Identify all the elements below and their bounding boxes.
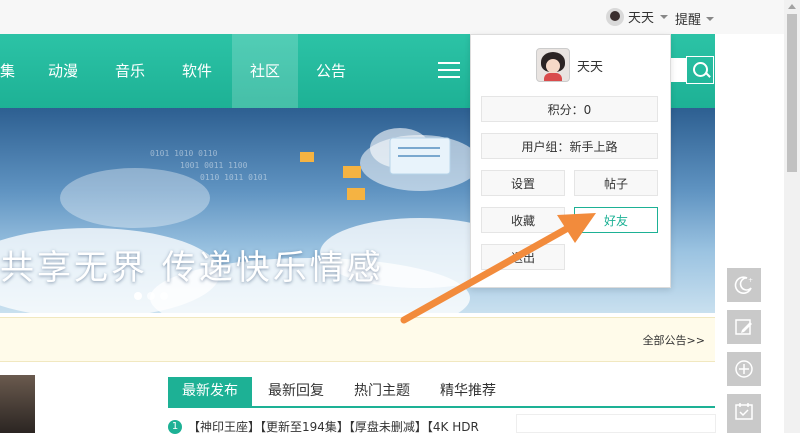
nav-item-partial[interactable]: 集 (0, 34, 15, 108)
scroll-thumb[interactable] (787, 14, 797, 172)
edit-icon[interactable] (727, 310, 761, 344)
topbar-username: 天天 (628, 11, 655, 26)
tab-latest-replies[interactable]: 最新回复 (254, 377, 338, 406)
nav-item-community[interactable]: 社区 (232, 34, 298, 108)
carousel-dot[interactable] (147, 292, 155, 300)
plus-circle-icon[interactable] (727, 352, 761, 386)
favorites-button[interactable]: 收藏 (481, 207, 565, 233)
chevron-down-icon (706, 16, 715, 21)
svg-text:1001 0011 1100: 1001 0011 1100 (180, 161, 248, 170)
posts-button[interactable]: 帖子 (574, 170, 658, 196)
remind-menu-trigger[interactable]: 提醒 (675, 9, 715, 28)
logout-button[interactable]: 退出 (481, 244, 565, 270)
top-bar: 天天 提醒 (0, 0, 784, 34)
content-tabs: 最新发布 最新回复 热门主题 精华推荐 (168, 377, 715, 408)
nav-item-music[interactable]: 音乐 (115, 34, 145, 108)
post-title[interactable]: 【神印王座】【更新至194集】【厚盘未删减】【4K HDR (188, 418, 479, 435)
menu-icon[interactable] (438, 62, 460, 80)
user-group-display[interactable]: 用户组：新手上路 (481, 133, 658, 159)
user-menu-trigger[interactable]: 天天 (606, 7, 669, 26)
carousel-dots (134, 292, 168, 300)
svg-text:0101 1010 0110: 0101 1010 0110 (150, 149, 218, 158)
tab-latest[interactable]: 最新发布 (168, 377, 252, 406)
scroll-up-arrow[interactable] (788, 4, 796, 9)
dropdown-username[interactable]: 天天 (577, 56, 603, 75)
post-rank-badge: 1 (168, 419, 182, 434)
search-icon[interactable] (686, 56, 714, 84)
nav-item-software[interactable]: 软件 (182, 34, 212, 108)
chevron-down-icon (660, 14, 669, 19)
list-item[interactable]: 1 【神印王座】【更新至194集】【厚盘未删减】【4K HDR (168, 418, 479, 435)
moon-icon[interactable]: + (727, 268, 761, 302)
avatar[interactable] (536, 48, 570, 82)
banner-slogan: 共享无界 传递快乐情感 (0, 248, 384, 288)
all-announcements-link[interactable]: 全部公告>> (643, 332, 705, 348)
user-dropdown: 天天 积分：0 用户组：新手上路 设置 帖子 收藏 好友 退出 (470, 34, 671, 288)
nav-item-anime[interactable]: 动漫 (48, 34, 78, 108)
tab-hot[interactable]: 热门主题 (340, 377, 424, 406)
user-avatar-small (606, 7, 624, 26)
calendar-icon[interactable] (727, 394, 761, 433)
side-panel (516, 414, 716, 433)
carousel-dot[interactable] (134, 292, 142, 300)
carousel-dot[interactable] (160, 292, 168, 300)
nav-item-announcement[interactable]: 公告 (316, 34, 346, 108)
points-display[interactable]: 积分：0 (481, 96, 658, 122)
svg-text:0110 1011 0101: 0110 1011 0101 (200, 173, 268, 182)
post-thumbnail[interactable] (0, 375, 35, 433)
friends-button[interactable]: 好友 (574, 207, 658, 233)
remind-label: 提醒 (675, 13, 702, 28)
announcement-bar: 全部公告>> (0, 317, 715, 362)
tab-featured[interactable]: 精华推荐 (426, 377, 510, 406)
settings-button[interactable]: 设置 (481, 170, 565, 196)
svg-text:+: + (748, 277, 753, 284)
scrollbar[interactable] (784, 0, 800, 433)
